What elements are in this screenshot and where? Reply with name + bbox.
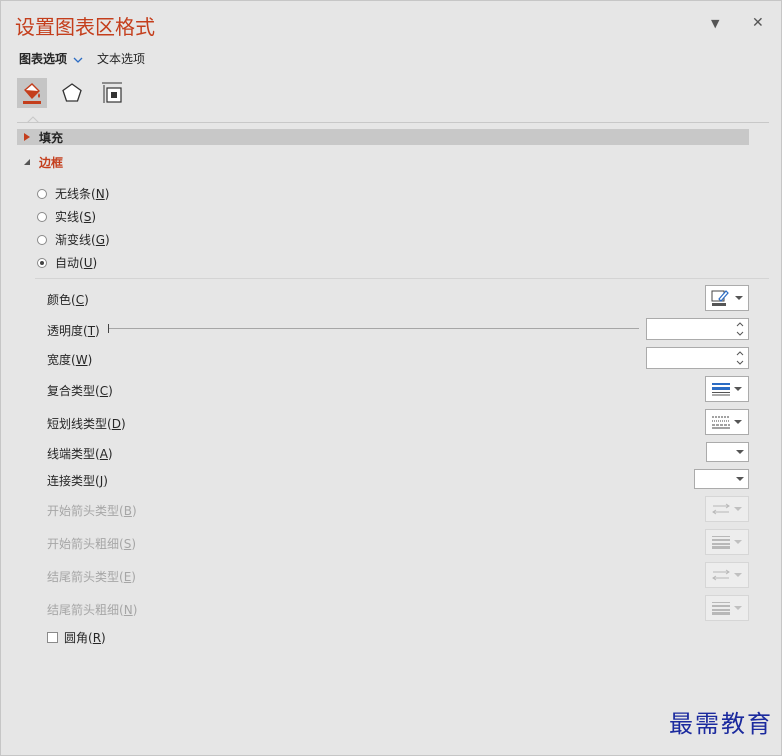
dash-type-label: 短划线类型(D): [47, 417, 126, 431]
pane-title: 设置图表区格式: [15, 15, 155, 39]
width-spinner[interactable]: [646, 347, 749, 369]
radio-button-selected[interactable]: [37, 257, 47, 268]
radio-label: 自动: [55, 256, 80, 270]
rounded-corners-option[interactable]: 圆角(R): [47, 629, 106, 646]
access-key: U: [83, 256, 93, 270]
join-type-label: 连接类型(J): [47, 474, 108, 488]
transparency-slider[interactable]: [109, 328, 639, 329]
radio-gradient-line[interactable]: 渐变线(G): [37, 231, 110, 248]
tab-chart-options[interactable]: 图表选项: [19, 50, 67, 67]
access-key: S: [83, 210, 92, 224]
spinner-arrows-icon[interactable]: [736, 320, 744, 338]
expand-triangle-icon: [24, 133, 30, 141]
pen-color-icon: [711, 290, 729, 306]
close-button[interactable]: ✕: [752, 15, 764, 31]
begin-arrow-type-dropdown[interactable]: [705, 496, 749, 522]
compound-type-label: 复合类型(C): [47, 384, 113, 398]
chevron-down-icon: [734, 540, 742, 544]
line-weight-icon: [712, 536, 730, 549]
rounded-corners-checkbox[interactable]: [47, 632, 58, 643]
chevron-down-icon: [736, 450, 744, 454]
size-properties-icon[interactable]: [97, 78, 127, 108]
arrow-lines-icon: [712, 503, 730, 515]
tab-divider: [17, 122, 769, 123]
join-type-dropdown[interactable]: [694, 469, 749, 489]
begin-arrow-size-label: 开始箭头粗细(S): [47, 537, 137, 551]
pane-options-button[interactable]: ▼: [711, 17, 719, 30]
watermark-logo: 最需教育: [669, 710, 773, 738]
transparency-slider-thumb[interactable]: [108, 324, 109, 333]
section-border-label: 边框: [39, 155, 64, 170]
chevron-down-icon: [735, 296, 743, 300]
chevron-down-icon: [734, 573, 742, 577]
section-fill-label: 填充: [39, 130, 64, 145]
radio-button[interactable]: [37, 211, 47, 222]
radio-no-line[interactable]: 无线条(N): [37, 185, 109, 202]
begin-arrow-size-dropdown[interactable]: [705, 529, 749, 555]
chevron-down-icon[interactable]: [73, 54, 83, 64]
radio-label: 无线条: [55, 187, 92, 201]
dash-lines-icon: [712, 416, 730, 429]
options-divider: [35, 278, 769, 279]
collapse-triangle-icon: [24, 159, 30, 165]
section-border-header[interactable]: 边框: [17, 154, 749, 170]
chevron-down-icon: [734, 420, 742, 424]
options-tabs: 图表选项 文本选项: [19, 50, 145, 67]
transparency-label: 透明度(T): [47, 324, 100, 338]
chevron-down-icon: [734, 606, 742, 610]
radio-solid-line[interactable]: 实线(S): [37, 208, 96, 225]
width-label: 宽度(W): [47, 353, 93, 367]
color-picker-button[interactable]: [705, 285, 749, 311]
radio-automatic[interactable]: 自动(U): [37, 254, 97, 271]
chevron-down-icon: [734, 387, 742, 391]
radio-label: 实线: [55, 210, 80, 224]
radio-button[interactable]: [37, 188, 47, 199]
end-arrow-size-label: 结尾箭头粗细(N): [47, 603, 138, 617]
tab-text-options[interactable]: 文本选项: [97, 50, 145, 67]
compound-type-dropdown[interactable]: [705, 376, 749, 402]
line-weight-icon: [712, 602, 730, 615]
chevron-down-icon: [734, 507, 742, 511]
fill-line-icon[interactable]: [17, 78, 47, 108]
cap-type-dropdown[interactable]: [706, 442, 749, 462]
transparency-spinner[interactable]: [646, 318, 749, 340]
radio-button[interactable]: [37, 234, 47, 245]
section-fill-header[interactable]: 填充: [17, 129, 749, 145]
end-arrow-type-dropdown[interactable]: [705, 562, 749, 588]
format-chart-area-pane: 设置图表区格式 ▼ ✕ 图表选项 文本选项 填充 边框 无线条(N) 实线(S)…: [0, 0, 782, 756]
effects-pentagon-icon[interactable]: [57, 78, 87, 108]
spinner-arrows-icon[interactable]: [736, 349, 744, 367]
access-key: N: [95, 187, 105, 201]
chevron-down-icon: [736, 477, 744, 481]
color-label: 颜色(C): [47, 293, 89, 307]
arrow-lines-icon: [712, 569, 730, 581]
begin-arrow-type-label: 开始箭头类型(B): [47, 504, 137, 518]
dash-type-dropdown[interactable]: [705, 409, 749, 435]
radio-label: 渐变线: [55, 233, 92, 247]
compound-lines-icon: [712, 383, 730, 396]
access-key: G: [95, 233, 106, 247]
cap-type-label: 线端类型(A): [47, 447, 113, 461]
rounded-corners-label: 圆角: [64, 631, 89, 645]
end-arrow-size-dropdown[interactable]: [705, 595, 749, 621]
end-arrow-type-label: 结尾箭头类型(E): [47, 570, 136, 584]
